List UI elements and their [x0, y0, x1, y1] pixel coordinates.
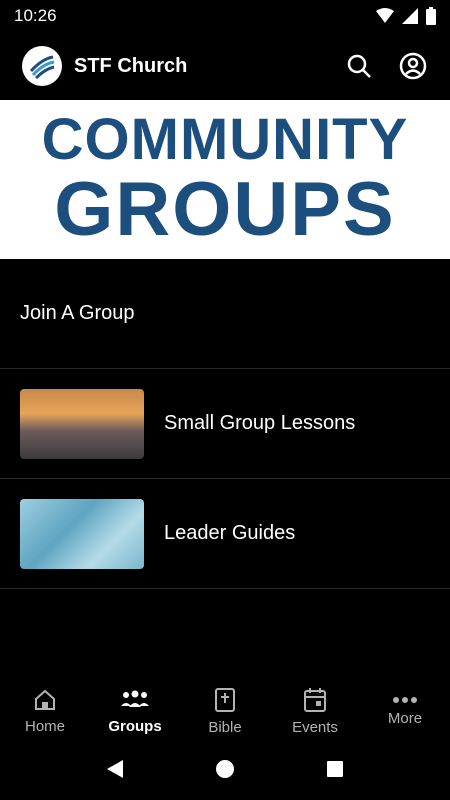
nav-groups[interactable]: Groups [90, 672, 180, 750]
recents-button[interactable] [325, 759, 345, 784]
list-item-small-group-lessons[interactable]: Small Group Lessons [0, 369, 450, 479]
home-icon [35, 689, 55, 710]
circle-home-icon [216, 759, 234, 778]
status-bar: 10:26 [0, 0, 450, 32]
list-item-label: Join A Group [20, 302, 135, 324]
search-button[interactable] [344, 51, 374, 81]
app-bar: STF Church [0, 32, 450, 100]
church-logo [22, 46, 62, 86]
list-item-label: Leader Guides [164, 522, 296, 544]
nav-label: Bible [208, 718, 242, 736]
list-item-leader-guides[interactable]: Leader Guides [0, 479, 450, 589]
groups-list: Join A Group Small Group Lessons Leader … [0, 259, 450, 589]
community-groups-banner: COMMUNITY GROUPS [0, 100, 450, 259]
home-system-button[interactable] [215, 759, 235, 784]
leader-guides-thumbnail [20, 498, 144, 569]
more-icon [393, 696, 417, 703]
back-button[interactable] [105, 758, 125, 785]
signal-icon [402, 8, 418, 24]
nav-bible[interactable]: Bible [180, 672, 270, 750]
search-icon [347, 54, 371, 78]
bible-icon [215, 687, 235, 712]
calendar-icon [304, 687, 326, 712]
profile-button[interactable] [398, 51, 428, 81]
status-icons [376, 7, 436, 25]
battery-icon [426, 7, 436, 25]
status-time: 10:26 [14, 6, 57, 25]
account-icon [399, 52, 427, 80]
list-item-join-a-group[interactable]: Join A Group [0, 259, 450, 369]
banner-line1: COMMUNITY [41, 106, 409, 172]
nav-home[interactable]: Home [0, 672, 90, 750]
banner-line2: GROUPS [54, 166, 396, 252]
groups-icon [121, 690, 149, 707]
list-item-label: Small Group Lessons [164, 412, 356, 434]
wifi-icon [376, 8, 394, 23]
system-navigation-bar [0, 742, 450, 800]
back-icon [107, 759, 123, 778]
bottom-navigation: Home Groups Bible Events More [0, 672, 450, 750]
nav-more[interactable]: More [360, 672, 450, 750]
nav-label: More [387, 709, 423, 727]
nav-label: Groups [108, 717, 162, 735]
small-group-lessons-thumbnail [20, 388, 144, 459]
nav-label: Home [24, 717, 65, 735]
nav-events[interactable]: Events [270, 672, 360, 750]
square-recents-icon [327, 760, 343, 777]
nav-label: Events [292, 718, 338, 736]
app-title: STF Church [74, 54, 188, 77]
